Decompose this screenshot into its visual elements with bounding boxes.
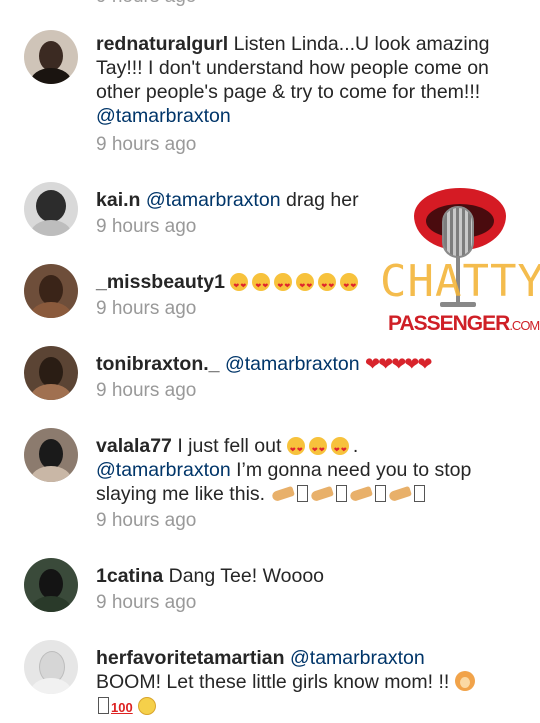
avatar[interactable] xyxy=(24,30,78,84)
comment-text: I just fell out xyxy=(177,435,282,457)
comment-timestamp: 9 hours ago xyxy=(96,134,197,155)
comment-text: Dang Tee! Woooo xyxy=(168,565,325,587)
comment-mention[interactable]: @tamarbraxton xyxy=(96,459,231,481)
heart-eyes-emoji xyxy=(286,435,353,463)
previous-timestamp-sliver: 9 hours ago xyxy=(96,0,196,8)
hundred-emoji: 100 xyxy=(111,700,133,715)
comment-timestamp: 9 hours ago xyxy=(96,592,197,613)
comment-username[interactable]: kai.n xyxy=(96,189,140,211)
chatty-passenger-watermark: CHATTY PASSENGER.COM xyxy=(380,184,540,344)
avatar[interactable] xyxy=(24,182,78,236)
comment-mention[interactable]: @tamarbraxton xyxy=(146,189,281,211)
microphone-icon xyxy=(442,206,474,258)
comment-username[interactable]: valala77 xyxy=(96,435,172,457)
clapping-emoji xyxy=(270,483,427,505)
comment-text: BOOM! Let these little girls know mom! !… xyxy=(96,671,450,693)
comment-username[interactable]: 1catina xyxy=(96,565,163,587)
avatar[interactable] xyxy=(24,264,78,318)
comment-body: herfavoritetamartian @tamarbraxton BOOM!… xyxy=(96,646,516,720)
red-heart-emoji: ❤❤❤❤❤ xyxy=(365,354,432,374)
comment-username[interactable]: tonibraxton._ xyxy=(96,353,220,375)
comment-body: rednaturalgurl Listen Linda...U look ama… xyxy=(96,32,516,128)
comment-mention[interactable]: @tamarbraxton xyxy=(96,105,231,127)
comment-mention[interactable]: @tamarbraxton xyxy=(290,647,425,669)
avatar[interactable] xyxy=(24,428,78,482)
woman-emoji xyxy=(454,671,475,691)
comment-timestamp: 9 hours ago xyxy=(96,216,197,237)
avatar[interactable] xyxy=(24,558,78,612)
watermark-line2: PASSENGER.COM xyxy=(388,312,540,336)
heart-eyes-emoji xyxy=(230,271,362,299)
comment-mention[interactable]: @tamarbraxton xyxy=(225,353,360,375)
comment-timestamp: 9 hours ago xyxy=(96,298,197,319)
comment-timestamp: 9 hours ago xyxy=(96,380,197,401)
comment-timestamp: 9 hours ago xyxy=(96,510,197,531)
watermark-passenger-text: PASSENGER xyxy=(388,312,510,335)
comment-username[interactable]: rednaturalgurl xyxy=(96,33,228,55)
comment-username[interactable]: _missbeauty1 xyxy=(96,271,225,293)
smile-emoji xyxy=(138,697,157,715)
comment-body: tonibraxton._ @tamarbraxton ❤❤❤❤❤ xyxy=(96,352,516,376)
avatar[interactable] xyxy=(24,346,78,400)
comment-text: drag her xyxy=(285,189,359,211)
comment-body: valala77 I just fell out . @tamarbraxton… xyxy=(96,434,516,506)
watermark-suffix: .COM xyxy=(509,318,540,333)
comment-body: 1catina Dang Tee! Woooo xyxy=(96,564,516,588)
box-glyph xyxy=(98,697,109,714)
watermark-line1: CHATTY xyxy=(380,256,540,307)
avatar[interactable] xyxy=(24,640,78,694)
comment-username[interactable]: herfavoritetamartian xyxy=(96,647,285,669)
